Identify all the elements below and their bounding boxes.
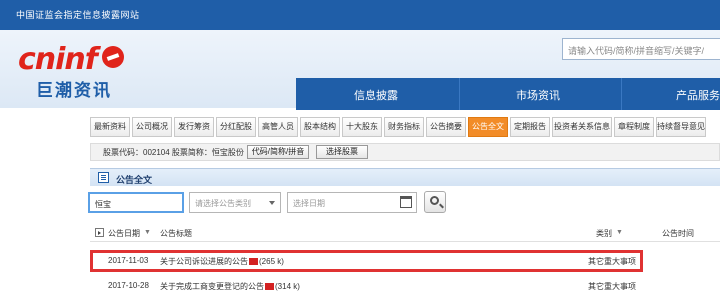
tab-announcement-summary[interactable]: 公告摘要 — [426, 117, 466, 137]
nav-item-market-news[interactable]: 市场资讯 — [516, 87, 560, 103]
search-icon — [430, 196, 439, 205]
nav-item-products[interactable]: 产品服务 — [676, 87, 720, 103]
logo-wordmark: cninf — [18, 42, 98, 77]
logo-swirl-icon — [102, 46, 124, 68]
nav-divider — [459, 78, 460, 110]
code-lookup-button[interactable]: 代码/简称/拼音 — [247, 145, 309, 159]
column-header-date[interactable]: 公告日期 — [108, 228, 140, 239]
column-header-category[interactable]: 类别 — [596, 228, 612, 239]
keyword-value: 恒宝 — [95, 200, 111, 209]
row-title-link[interactable]: 关于完成工商变更登记的公告 (314 k) — [160, 281, 300, 292]
tab-financing[interactable]: 发行筹资 — [174, 117, 214, 137]
sort-icon[interactable]: ▼ — [616, 229, 623, 236]
tab-investor-relations[interactable]: 投资者关系信息 — [552, 117, 612, 137]
table-header: 公告日期 ▼ 公告标题 类别 ▼ 公告时间 — [90, 224, 720, 242]
highlight-box — [90, 250, 643, 272]
chevron-down-icon — [269, 201, 275, 205]
row-category: 其它重大事项 — [588, 282, 636, 291]
tab-charter[interactable]: 章程制度 — [614, 117, 654, 137]
tab-latest[interactable]: 最新资料 — [90, 117, 130, 137]
tab-executives[interactable]: 高管人员 — [258, 117, 298, 137]
column-header-time[interactable]: 公告时间 — [662, 228, 694, 239]
top-bar: 中国证监会指定信息披露网站 — [0, 0, 720, 30]
row-title[interactable]: 关于完成工商变更登记的公告 — [160, 282, 264, 291]
logo[interactable]: cninf 巨潮资讯 — [18, 38, 138, 106]
category-select[interactable]: 请选择公告类别 — [189, 192, 281, 213]
main-nav: 信息披露 市场资讯 产品服务 — [296, 78, 720, 110]
row-size: (314 k) — [275, 282, 300, 291]
site-tagline: 中国证监会指定信息披露网站 — [16, 10, 140, 20]
select-stock-button[interactable]: 选择股票 — [316, 145, 368, 159]
company-info-tabs: 最新资料 公司概况 发行筹资 分红配股 高管人员 股本结构 十大股东 财务指标 … — [90, 117, 720, 137]
tab-share-structure[interactable]: 股本结构 — [300, 117, 340, 137]
logo-chinese-name: 巨潮资讯 — [36, 81, 112, 100]
tab-top-shareholders[interactable]: 十大股东 — [342, 117, 382, 137]
row-date: 2017-10-28 — [108, 281, 149, 290]
document-icon — [98, 172, 109, 183]
category-placeholder: 请选择公告类别 — [195, 199, 251, 208]
section-title: 公告全文 — [116, 175, 153, 185]
section-header: 公告全文 — [90, 168, 720, 186]
calendar-icon[interactable] — [400, 196, 412, 208]
search-button[interactable] — [424, 191, 446, 213]
column-header-title[interactable]: 公告标题 — [160, 228, 192, 239]
stock-info-text: 股票代码：002104 股票简称：恒宝股份 — [103, 148, 244, 157]
date-picker[interactable]: 选择日期 — [287, 192, 417, 213]
search-input[interactable]: 请输入代码/简称/拼音缩写/关键字/ — [562, 38, 720, 60]
keyword-input[interactable]: 恒宝 — [88, 192, 184, 213]
tab-announcement-full[interactable]: 公告全文 — [468, 117, 508, 137]
table-row[interactable]: 2017-10-28 关于完成工商变更登记的公告 (314 k) 其它重大事项 — [90, 277, 720, 295]
nav-divider — [621, 78, 622, 110]
tab-periodic-reports[interactable]: 定期报告 — [510, 117, 550, 137]
expand-toggle-icon[interactable] — [95, 228, 104, 237]
tab-financial-indicators[interactable]: 财务指标 — [384, 117, 424, 137]
tab-profile[interactable]: 公司概况 — [132, 117, 172, 137]
pdf-icon — [265, 283, 274, 290]
date-placeholder: 选择日期 — [293, 199, 325, 208]
nav-item-disclosure[interactable]: 信息披露 — [354, 87, 398, 103]
tab-dividend[interactable]: 分红配股 — [216, 117, 256, 137]
stock-code-bar: 股票代码：002104 股票简称：恒宝股份 代码/简称/拼音 选择股票 — [90, 143, 720, 161]
search-placeholder: 请输入代码/简称/拼音缩写/关键字/ — [568, 46, 705, 56]
sort-icon[interactable]: ▼ — [144, 229, 151, 236]
tab-supervision-opinion[interactable]: 持续督导意见 — [656, 117, 706, 137]
